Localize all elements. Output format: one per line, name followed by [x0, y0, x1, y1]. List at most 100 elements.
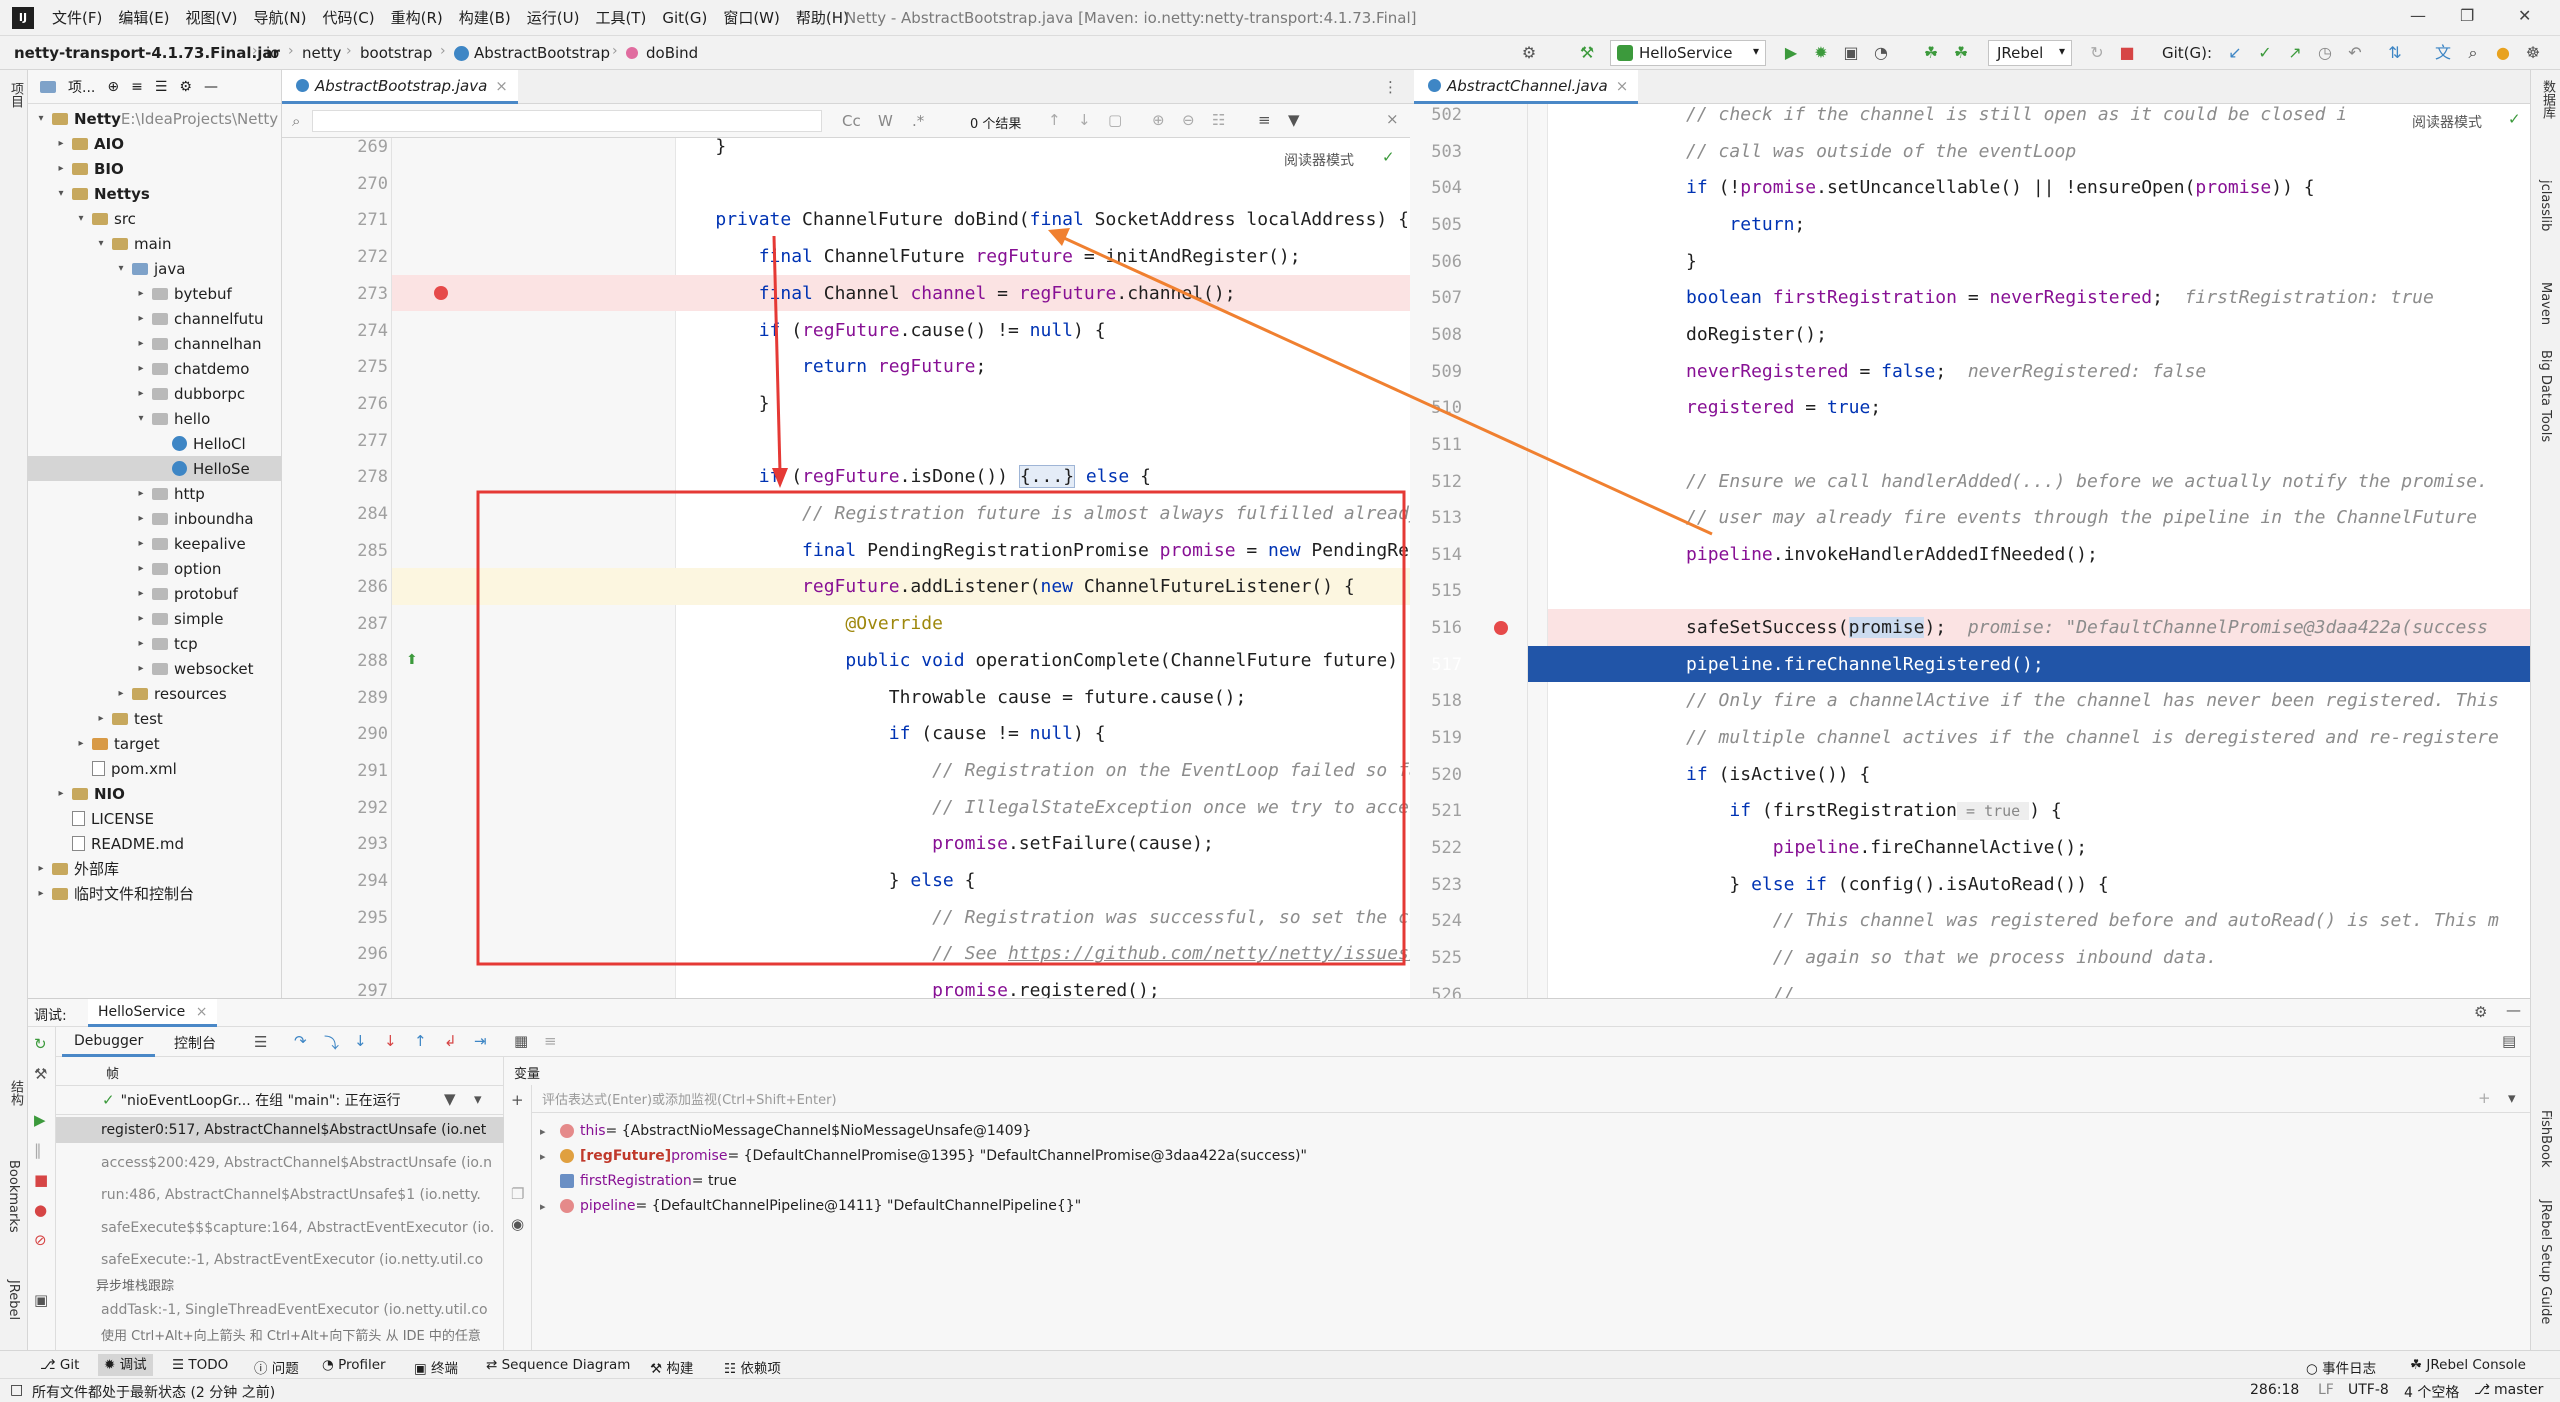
tool-tab-terminal[interactable]: ▣ 终端: [414, 1357, 458, 1377]
eye-icon[interactable]: ◉: [511, 1215, 524, 1233]
thread-label: "nioEventLoopGr... 在组 "main": 正在运行: [120, 1093, 401, 1109]
caret-position[interactable]: 286:18: [2250, 1382, 2299, 1398]
expand-arrow-icon[interactable]: ▸: [540, 1125, 560, 1138]
thread-selector[interactable]: ✓ "nioEventLoopGr... 在组 "main": 正在运行 ▼ ▾: [56, 1085, 504, 1115]
field-icon: [560, 1149, 574, 1163]
stack-frame[interactable]: safeExecute$$$capture:164, AbstractEvent…: [56, 1215, 504, 1241]
git-branch-icon: ⎇: [2474, 1382, 2491, 1398]
drop-frame-icon[interactable]: ↲: [444, 1032, 457, 1050]
variable-value: = {DefaultChannelPromise@1395} "DefaultC…: [727, 1148, 1307, 1164]
variable-row[interactable]: ▸ this = {AbstractNioMessageChannel$NioMe…: [540, 1119, 1031, 1143]
stack-frame[interactable]: access$200:429, AbstractChannel$Abstract…: [56, 1150, 504, 1176]
frames-header: 帧: [106, 1067, 120, 1082]
variables-header: 变量: [514, 1067, 541, 1082]
indent-setting[interactable]: 4 个空格: [2404, 1382, 2459, 1402]
file-encoding[interactable]: UTF-8: [2348, 1382, 2389, 1398]
callout-box: [476, 490, 1406, 966]
tool-tab-label: 调试: [119, 1357, 147, 1373]
tool-tab-todo[interactable]: ☰ TODO: [172, 1357, 228, 1373]
tool-tab-debug[interactable]: ✹ 调试: [98, 1354, 153, 1376]
mute-breakpoints-icon[interactable]: ⊘: [34, 1231, 47, 1249]
gear-icon[interactable]: ⚙: [2474, 1003, 2487, 1021]
show-execution-point-icon[interactable]: ↷: [294, 1032, 307, 1050]
async-frame[interactable]: addTask:-1, SingleThreadEventExecutor (i…: [56, 1297, 504, 1323]
view-breakpoints-icon[interactable]: ●: [34, 1201, 47, 1219]
debug-panel: 调试: HelloService × ⚙ — ↻ ⚒ ▶ ‖ ■ ● ⊘ ▣ D…: [28, 998, 2530, 1351]
tool-tab-label: 终端: [431, 1361, 459, 1377]
async-stack-label: 异步堆栈跟踪: [96, 1279, 175, 1294]
variable-row[interactable]: ▸ [regFuture] promise = {DefaultChannelPr…: [540, 1144, 1307, 1168]
filter-icon[interactable]: ▼: [444, 1090, 456, 1108]
tool-tab-label: Sequence Diagram: [501, 1357, 631, 1373]
big-data-tools-tab[interactable]: Big Data Tools: [2538, 350, 2553, 442]
evaluate-expression-input[interactable]: 评估表达式(Enter)或添加监视(Ctrl+Shift+Enter) + ▾: [532, 1085, 2530, 1113]
variables-action-strip: + ❐ ◉: [504, 1085, 532, 1351]
object-icon: [560, 1199, 574, 1213]
variable-name: promise: [671, 1148, 728, 1164]
stack-frame[interactable]: register0:517, AbstractChannel$AbstractU…: [56, 1117, 504, 1143]
tool-tab-build[interactable]: ⚒ 构建: [650, 1357, 693, 1377]
close-tab-icon[interactable]: ×: [196, 1004, 208, 1020]
status-icon: □: [10, 1382, 24, 1398]
expand-arrow-icon[interactable]: ▸: [540, 1150, 560, 1163]
add-watch-icon[interactable]: +: [511, 1091, 524, 1109]
debug-session-tab[interactable]: HelloService ×: [88, 999, 218, 1027]
add-watch-icon[interactable]: +: [2478, 1089, 2491, 1107]
trace-icon[interactable]: ≡: [544, 1032, 557, 1050]
this-icon: [560, 1124, 574, 1138]
chevron-down-icon[interactable]: ▾: [474, 1090, 482, 1108]
database-tool-tab[interactable]: 数据库: [2538, 80, 2557, 119]
tool-tab-profiler[interactable]: ◔ Profiler: [322, 1357, 386, 1373]
chevron-down-icon[interactable]: ▾: [2508, 1089, 2516, 1107]
step-out-icon[interactable]: ↑: [414, 1032, 427, 1050]
tab-debugger[interactable]: Debugger: [62, 1027, 156, 1057]
step-over-icon[interactable]: ⤵: [324, 1032, 339, 1053]
hide-icon[interactable]: —: [2506, 1001, 2521, 1019]
stop-icon[interactable]: ■: [34, 1171, 48, 1189]
variable-value: = {DefaultChannelPipeline@1411} "Default…: [635, 1198, 1082, 1214]
expand-arrow-icon[interactable]: ▸: [540, 1200, 560, 1213]
line-separator[interactable]: LF: [2318, 1382, 2334, 1398]
tab-console[interactable]: 控制台: [166, 1027, 224, 1057]
tool-tab-label: Profiler: [338, 1357, 386, 1373]
tool-tab-jrebel-console[interactable]: ☘ JRebel Console: [2410, 1357, 2526, 1373]
stack-frame[interactable]: run:486, AbstractChannel$AbstractUnsafe$…: [56, 1182, 504, 1208]
evaluate-icon[interactable]: ▦: [514, 1032, 528, 1050]
layout-icon[interactable]: ☰: [254, 1033, 267, 1051]
restore-layout-icon[interactable]: ▤: [2502, 1032, 2516, 1050]
variable-row[interactable]: firstRegistration = true: [540, 1169, 737, 1193]
copy-icon[interactable]: ❐: [511, 1185, 524, 1203]
tool-tab-label: TODO: [188, 1357, 229, 1373]
variable-row[interactable]: ▸ pipeline = {DefaultChannelPipeline@1411…: [540, 1194, 1081, 1218]
debug-tabbar: Debugger 控制台 ☰ ↷ ⤵ ↓ ↓ ↑ ↲ ⇥ ▦ ≡ ▤: [56, 1027, 2530, 1057]
bottom-tool-tabs: ⎇ Git ✹ 调试 ☰ TODO ⓘ 问题 ◔ Profiler ▣ 终端 ⇄…: [0, 1350, 2560, 1378]
tool-tab-label: 构建: [666, 1361, 694, 1377]
pause-icon[interactable]: ‖: [34, 1141, 42, 1159]
tool-tab-event-log[interactable]: ○ 事件日志: [2306, 1357, 2376, 1377]
tool-tab-problems[interactable]: ⓘ 问题: [254, 1357, 299, 1377]
force-step-into-icon[interactable]: ↓: [384, 1032, 397, 1050]
tool-tab-dependencies[interactable]: ☷ 依赖项: [724, 1357, 781, 1377]
rerun-icon[interactable]: ↻: [34, 1035, 47, 1053]
tool-tab-label: JRebel Console: [2426, 1357, 2526, 1373]
variable-name: pipeline: [580, 1198, 636, 1214]
maven-tool-tab[interactable]: Maven: [2538, 282, 2553, 325]
tool-tab-label: Git: [59, 1357, 80, 1373]
orange-arrow: [1063, 236, 1713, 536]
variable-name: this: [580, 1123, 606, 1139]
resume-icon[interactable]: ▶: [34, 1111, 46, 1129]
tool-tab-sequence-diagram[interactable]: ⇄ Sequence Diagram: [486, 1357, 630, 1373]
stack-frame[interactable]: safeExecute:-1, AbstractEventExecutor (i…: [56, 1247, 504, 1273]
red-arrowhead: [772, 468, 788, 488]
tool-tab-git[interactable]: ⎇ Git: [40, 1357, 79, 1373]
jclasslib-tool-tab[interactable]: jclasslib: [2538, 180, 2553, 231]
git-branch[interactable]: master: [2494, 1382, 2543, 1398]
primitive-icon: [560, 1174, 574, 1188]
fishbook-tool-tab[interactable]: FishBook: [2538, 1110, 2553, 1168]
jrebel-setup-guide-tab[interactable]: JRebel Setup Guide: [2538, 1200, 2553, 1324]
run-to-cursor-icon[interactable]: ⇥: [474, 1032, 487, 1050]
camera-icon[interactable]: ▣: [34, 1291, 48, 1309]
wrench-icon[interactable]: ⚒: [34, 1065, 47, 1083]
frame-nav-hint: 使用 Ctrl+Alt+向上箭头 和 Ctrl+Alt+向下箭头 从 IDE 中…: [101, 1329, 481, 1344]
step-into-icon[interactable]: ↓: [354, 1032, 367, 1050]
